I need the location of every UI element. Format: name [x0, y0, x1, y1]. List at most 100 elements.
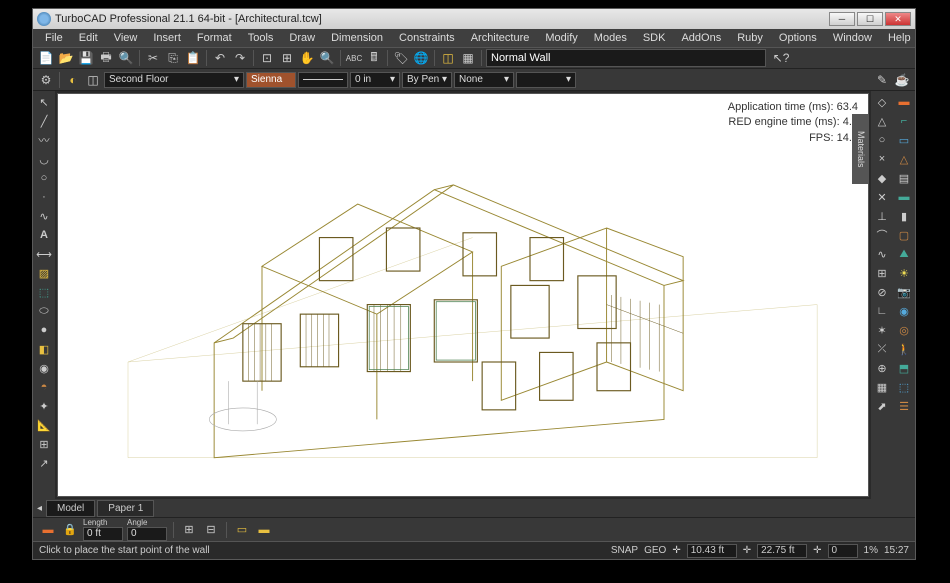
paste-icon[interactable]: 📋: [184, 49, 202, 67]
text-tool-icon[interactable]: A: [35, 226, 53, 244]
opt4-icon[interactable]: ▬: [255, 521, 273, 539]
menu-edit[interactable]: Edit: [71, 30, 106, 46]
hatch-icon[interactable]: ▨: [35, 264, 53, 282]
camera-icon[interactable]: 📷: [895, 283, 913, 301]
new-icon[interactable]: 📄: [37, 49, 55, 67]
terrain-icon[interactable]: ⛰: [895, 245, 913, 263]
ortho-icon[interactable]: ∟: [873, 302, 891, 320]
layer-dropdown[interactable]: Second Floor▾: [104, 72, 244, 88]
walk-icon[interactable]: 🚶: [895, 340, 913, 358]
maximize-button[interactable]: ☐: [857, 12, 883, 26]
stair-icon[interactable]: ▤: [895, 169, 913, 187]
render-icon[interactable]: ☕: [893, 71, 911, 89]
opt1-icon[interactable]: ⊞: [180, 521, 198, 539]
wall-mode-icon[interactable]: ▬: [39, 521, 57, 539]
boolean-icon[interactable]: ◓: [35, 378, 53, 396]
menu-dimension[interactable]: Dimension: [323, 30, 391, 46]
circle-icon[interactable]: ○: [35, 169, 53, 187]
command-search-input[interactable]: [486, 49, 766, 67]
snap-endpoint-icon[interactable]: ◇: [873, 93, 891, 111]
snap-perp-icon[interactable]: ⊥: [873, 207, 891, 225]
line-icon[interactable]: ╱: [35, 112, 53, 130]
snap-near-icon[interactable]: ∿: [873, 245, 891, 263]
menu-view[interactable]: View: [106, 30, 146, 46]
tag-icon[interactable]: 🏷: [392, 49, 410, 67]
calc-icon[interactable]: 🖩: [365, 49, 383, 67]
menu-insert[interactable]: Insert: [145, 30, 189, 46]
pan-icon[interactable]: ✋: [298, 49, 316, 67]
window-icon[interactable]: ▭: [895, 131, 913, 149]
menu-modify[interactable]: Modify: [537, 30, 585, 46]
palette-icon[interactable]: ▦: [459, 49, 477, 67]
modify-icon[interactable]: ✦: [35, 397, 53, 415]
materials-panel-tab[interactable]: Materials: [852, 114, 868, 184]
minimize-button[interactable]: ─: [829, 12, 855, 26]
titlebar[interactable]: TurboCAD Professional 21.1 64-bit - [Arc…: [33, 9, 915, 29]
tab-paper1[interactable]: Paper 1: [97, 500, 154, 517]
pointer-icon[interactable]: ↗: [35, 454, 53, 472]
menu-sdk[interactable]: SDK: [635, 30, 674, 46]
style-dropdown[interactable]: ▾: [516, 72, 576, 88]
dimension-icon[interactable]: ⟷: [35, 245, 53, 263]
coord-icon[interactable]: ⊕: [873, 359, 891, 377]
snap-indicator[interactable]: SNAP: [611, 545, 638, 556]
preview-icon[interactable]: 🔍: [117, 49, 135, 67]
length-field[interactable]: 0 ft: [83, 527, 123, 541]
opt3-icon[interactable]: ▭: [233, 521, 251, 539]
redo-icon[interactable]: ↷: [231, 49, 249, 67]
open-icon[interactable]: 📂: [57, 49, 75, 67]
close-button[interactable]: ✕: [885, 12, 911, 26]
zoom-extents-icon[interactable]: ⊡: [258, 49, 276, 67]
menu-file[interactable]: File: [37, 30, 71, 46]
geo-indicator[interactable]: GEO: [644, 545, 666, 556]
revolve-icon[interactable]: ◉: [35, 359, 53, 377]
brush-icon[interactable]: ✎: [873, 71, 891, 89]
point-icon[interactable]: ·: [35, 188, 53, 206]
select-icon[interactable]: ↖: [35, 93, 53, 111]
lineweight-dropdown[interactable]: 0 in▾: [350, 72, 400, 88]
wall-icon[interactable]: ▬: [895, 93, 913, 111]
lock-icon[interactable]: 🔒: [61, 521, 79, 539]
extrude-icon[interactable]: ◧: [35, 340, 53, 358]
arc-icon[interactable]: ◡: [35, 150, 53, 168]
box-icon[interactable]: ⬚: [35, 283, 53, 301]
save-icon[interactable]: 💾: [77, 49, 95, 67]
layer-icon[interactable]: ◫: [439, 49, 457, 67]
menu-modes[interactable]: Modes: [586, 30, 635, 46]
menu-tools[interactable]: Tools: [240, 30, 282, 46]
menu-options[interactable]: Options: [771, 30, 825, 46]
menu-window[interactable]: Window: [825, 30, 880, 46]
door-icon[interactable]: ⌐: [895, 112, 913, 130]
zoom-level[interactable]: 1%: [864, 545, 878, 556]
grid-show-icon[interactable]: ▦: [873, 378, 891, 396]
coord-y[interactable]: 22.75 ft: [757, 544, 807, 558]
coord-z[interactable]: 0: [828, 544, 858, 558]
menu-addons[interactable]: AddOns: [673, 30, 729, 46]
light-icon[interactable]: ☀: [895, 264, 913, 282]
column-icon[interactable]: ▮: [895, 207, 913, 225]
snap-quad-icon[interactable]: ◆: [873, 169, 891, 187]
snap-center-icon[interactable]: ○: [873, 131, 891, 149]
fill-dropdown[interactable]: None▾: [454, 72, 514, 88]
polyline-icon[interactable]: 〰: [35, 131, 53, 149]
roof-icon[interactable]: △: [895, 150, 913, 168]
coord-x[interactable]: 10.43 ft: [687, 544, 737, 558]
menu-format[interactable]: Format: [189, 30, 240, 46]
undo-icon[interactable]: ↶: [211, 49, 229, 67]
snap-grid-icon[interactable]: ⊞: [873, 264, 891, 282]
menu-ruby[interactable]: Ruby: [729, 30, 771, 46]
menu-help[interactable]: Help: [880, 30, 919, 46]
material-icon[interactable]: ◉: [895, 302, 913, 320]
color-dropdown[interactable]: Sienna: [246, 72, 296, 88]
sphere-icon[interactable]: ●: [35, 321, 53, 339]
measure-icon[interactable]: 📐: [35, 416, 53, 434]
pen-dropdown[interactable]: By Pen▾: [402, 72, 452, 88]
snap-tan-icon[interactable]: ⌒: [873, 226, 891, 244]
slab-icon[interactable]: ▬: [895, 188, 913, 206]
menu-constraints[interactable]: Constraints: [391, 30, 463, 46]
view3d-icon[interactable]: ⬚: [895, 378, 913, 396]
layer-lock-icon[interactable]: ◫: [84, 71, 102, 89]
copy-icon[interactable]: ⎘: [164, 49, 182, 67]
layer-toggle-icon[interactable]: ◐: [64, 71, 82, 89]
render-tool-icon[interactable]: ◎: [895, 321, 913, 339]
